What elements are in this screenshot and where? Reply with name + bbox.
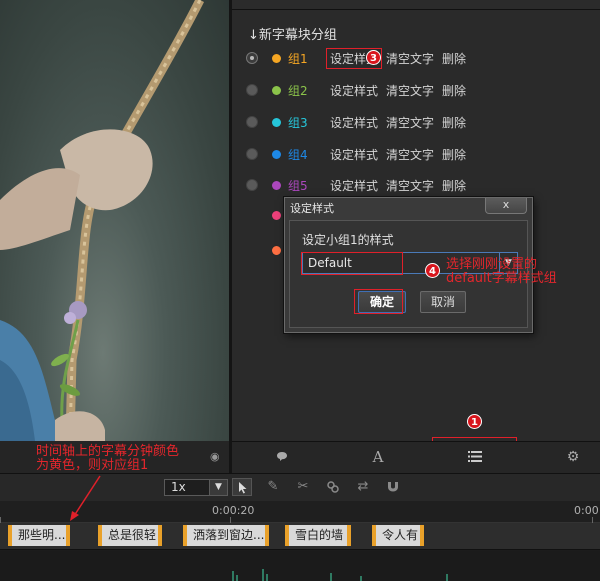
- ruler-label: 0:00:20: [212, 504, 255, 517]
- group-radio-3[interactable]: [246, 116, 258, 128]
- swap-icon[interactable]: ⇄: [353, 478, 373, 496]
- subtitle-clip[interactable]: 洒落到窗边...: [183, 525, 269, 546]
- delete-button-2[interactable]: 删除: [442, 82, 466, 99]
- group-name-4: 组4: [288, 147, 308, 162]
- group-name-3: 组3: [288, 115, 308, 130]
- pointer-icon[interactable]: [232, 478, 252, 496]
- zoom-select[interactable]: 1x ▼: [164, 479, 228, 496]
- audio-waveform: [0, 551, 600, 581]
- eye-icon[interactable]: ◉: [210, 450, 220, 463]
- timeline-ruler[interactable]: [0, 501, 600, 523]
- annotation-note-4-line2: default字幕样式组: [446, 271, 557, 286]
- group-name-2: 组2: [288, 83, 308, 98]
- group-radio-4[interactable]: [246, 148, 258, 160]
- set-style-button-2[interactable]: 设定样式: [330, 82, 378, 99]
- group-color-dot-2: [272, 85, 281, 95]
- panel-heading: ↓新字幕块分组: [248, 28, 337, 43]
- set-style-button-3[interactable]: 设定样式: [330, 114, 378, 131]
- annotation-box-ok: [354, 289, 403, 314]
- link-icon[interactable]: [323, 478, 343, 496]
- subtitle-clip[interactable]: 总是很轻: [98, 525, 162, 546]
- waveform-bar: [360, 576, 362, 581]
- set-style-button-5[interactable]: 设定样式: [330, 177, 378, 194]
- set-style-button-4[interactable]: 设定样式: [330, 146, 378, 163]
- group-radio-5[interactable]: [246, 179, 258, 191]
- chevron-down-icon[interactable]: ▼: [209, 480, 227, 495]
- delete-button-4[interactable]: 删除: [442, 146, 466, 163]
- text-style-icon[interactable]: A: [358, 441, 398, 473]
- group-row-2: 组2 设定样式 清空文字 删除: [246, 80, 474, 100]
- annotation-badge-3: 3: [366, 50, 381, 65]
- zoom-value: 1x: [171, 480, 186, 494]
- video-preview: [0, 0, 229, 441]
- group-row-3: 组3 设定样式 清空文字 删除: [246, 112, 474, 132]
- annotation-note-2: 时间轴上的字幕分钟颜色 为黄色，则对应组1: [36, 445, 179, 473]
- waveform-bar: [266, 574, 268, 581]
- edit-icon[interactable]: ✎: [263, 478, 283, 496]
- subtitle-clip[interactable]: 令人有: [372, 525, 424, 546]
- annotation-box-style-select: [301, 252, 403, 275]
- ruler-label: 0:00: [574, 504, 599, 517]
- waveform-bar: [232, 571, 234, 581]
- group-color-dot-1: [272, 53, 281, 63]
- group-name-1: 组1: [288, 51, 308, 66]
- clear-text-button-1[interactable]: 清空文字: [386, 50, 434, 67]
- annotation-note-2-line2: 为黄色，则对应组1: [36, 458, 149, 473]
- annotation-badge-1: 1: [467, 414, 482, 429]
- group-name-5: 组5: [288, 178, 308, 193]
- list-icon[interactable]: [455, 441, 495, 473]
- group-radio-1[interactable]: [246, 52, 258, 64]
- group-radio-2[interactable]: [246, 84, 258, 96]
- group-row-5: 组5 设定样式 清空文字 删除: [246, 175, 474, 195]
- waveform-bar: [262, 569, 264, 581]
- gear-icon[interactable]: ⚙: [553, 441, 593, 473]
- dialog-title: 设定样式: [290, 202, 334, 215]
- group-color-dot-4: [272, 149, 281, 159]
- group-row-4: 组4 设定样式 清空文字 删除: [246, 144, 474, 164]
- waveform-bar: [236, 575, 238, 581]
- group-color-dot-3: [272, 117, 281, 127]
- comment-icon[interactable]: [262, 441, 302, 473]
- clear-text-button-5[interactable]: 清空文字: [386, 177, 434, 194]
- cancel-button[interactable]: 取消: [420, 291, 466, 313]
- delete-button-3[interactable]: 删除: [442, 114, 466, 131]
- annotation-note-4-line1: 选择刚刚设置的: [446, 257, 538, 272]
- annotation-badge-4: 4: [425, 263, 440, 278]
- dialog-close-button[interactable]: x: [485, 198, 527, 214]
- delete-button-1[interactable]: 删除: [442, 50, 466, 67]
- group-row-1: 组1 设定样式 清空文字 删除: [246, 47, 474, 69]
- subtitle-clip[interactable]: 那些明...: [8, 525, 70, 546]
- clear-text-button-2[interactable]: 清空文字: [386, 82, 434, 99]
- group-color-dot-6: [272, 210, 281, 220]
- panel-top-strip: [232, 0, 600, 10]
- group-row-7: [246, 240, 281, 260]
- annotation-note-2-line1: 时间轴上的字幕分钟颜色: [36, 444, 180, 459]
- waveform-bar: [330, 573, 332, 581]
- group-row-6: [246, 205, 281, 225]
- group-color-dot-7: [272, 245, 281, 255]
- group-color-dot-5: [272, 180, 281, 190]
- dialog-titlebar: 设定样式 x: [285, 198, 532, 220]
- subtitle-clip[interactable]: 雪白的墙: [285, 525, 351, 546]
- magnet-icon[interactable]: [383, 478, 403, 496]
- waveform-bar: [446, 574, 448, 581]
- clear-text-button-4[interactable]: 清空文字: [386, 146, 434, 163]
- delete-button-5[interactable]: 删除: [442, 177, 466, 194]
- annotation-note-4: 选择刚刚设置的 default字幕样式组: [446, 258, 557, 286]
- dialog-prompt: 设定小组1的样式: [302, 233, 394, 247]
- clear-text-button-3[interactable]: 清空文字: [386, 114, 434, 131]
- video-frame-image: [0, 0, 205, 441]
- scissors-icon[interactable]: ✂: [293, 478, 313, 496]
